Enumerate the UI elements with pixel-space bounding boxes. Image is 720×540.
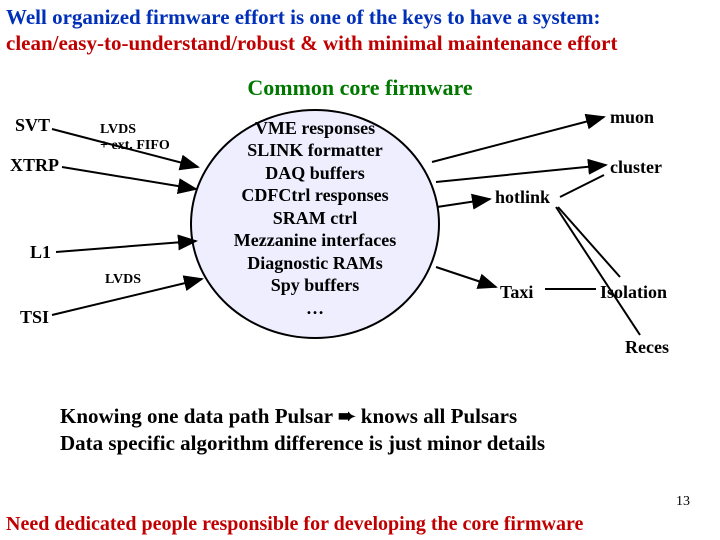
page-number: 13 [676, 494, 690, 510]
bottom-line-2: Data specific algorithm difference is ju… [60, 430, 720, 457]
label-lvds: LVDS [105, 272, 141, 288]
label-taxi: Taxi [500, 282, 533, 303]
ellipse-line: Mezzanine interfaces [190, 229, 440, 252]
label-svt: SVT [15, 115, 50, 136]
label-l1: L1 [30, 242, 51, 263]
label-hotlink: hotlink [495, 187, 550, 208]
arrow-glyph-icon: ➨ [338, 405, 356, 428]
label-lvds-fifo-line2: + ext. FIFO [100, 138, 170, 154]
ellipse-line: SLINK formatter [190, 139, 440, 162]
label-tsi: TSI [20, 307, 49, 328]
title-line-2: clean/easy-to-understand/robust & with m… [6, 30, 714, 56]
ellipse-line: CDFCtrl responses [190, 184, 440, 207]
ellipse-line: … [190, 297, 440, 320]
label-xtrp: XTRP [10, 155, 59, 176]
label-cluster: cluster [610, 157, 662, 178]
label-muon: muon [610, 107, 654, 128]
slide-title: Well organized firmware effort is one of… [0, 0, 720, 57]
bottom-line-1b: knows all Pulsars [356, 404, 518, 428]
ellipse-line: DAQ buffers [190, 162, 440, 185]
slide-footer: Need dedicated people responsible for de… [0, 513, 720, 536]
ellipse-contents: VME responses SLINK formatter DAQ buffer… [190, 117, 440, 320]
ellipse-line: Spy buffers [190, 274, 440, 297]
bottom-line-1a: Knowing one data path Pulsar [60, 404, 338, 428]
diagram-canvas: VME responses SLINK formatter DAQ buffer… [0, 107, 720, 397]
ellipse-line: VME responses [190, 117, 440, 140]
title-line-1: Well organized firmware effort is one of… [6, 4, 714, 30]
ellipse-line: SRAM ctrl [190, 207, 440, 230]
label-lvds-fifo-line1: LVDS [100, 122, 170, 138]
bottom-statement: Knowing one data path Pulsar ➨ knows all… [0, 397, 720, 458]
slide-subtitle: Common core firmware [0, 75, 720, 101]
label-isolation: Isolation [600, 282, 667, 303]
label-reces: Reces [625, 337, 669, 358]
label-lvds-fifo: LVDS + ext. FIFO [100, 122, 170, 154]
bottom-line-1: Knowing one data path Pulsar ➨ knows all… [60, 403, 720, 430]
ellipse-line: Diagnostic RAMs [190, 252, 440, 275]
